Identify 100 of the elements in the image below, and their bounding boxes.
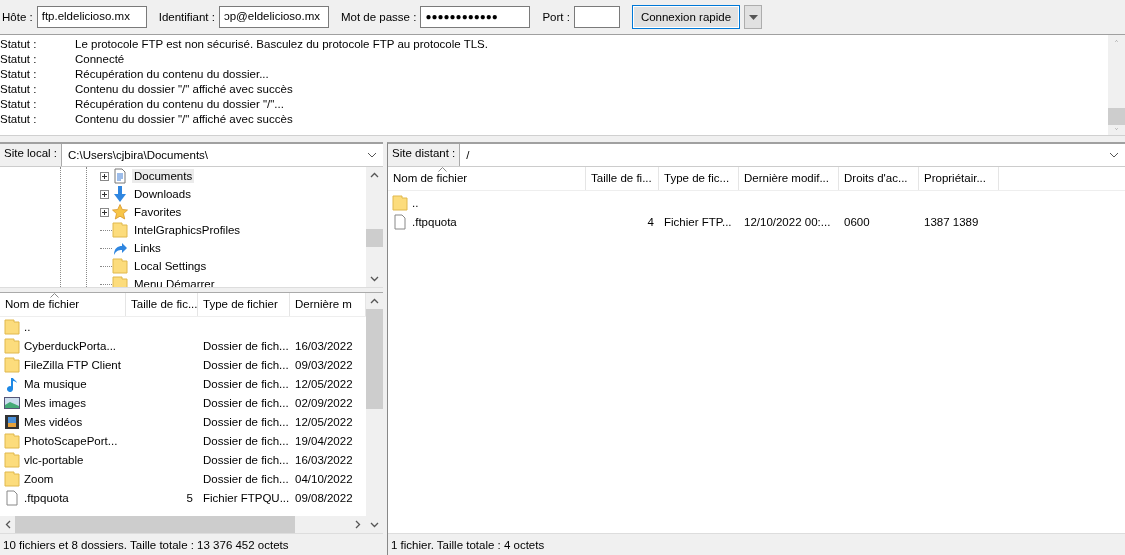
quickconnect-button[interactable]: Connexion rapide	[631, 5, 741, 29]
file-name: Mes images	[24, 396, 86, 409]
column-header[interactable]: Taille de fi...	[586, 167, 659, 190]
folder-icon	[4, 318, 20, 335]
log-message: Récupération du contenu du dossier...	[75, 67, 269, 82]
column-header[interactable]: Dernière modif...	[739, 167, 839, 190]
file-date: 16/03/2022	[295, 453, 353, 466]
dropdown-button[interactable]	[744, 5, 763, 29]
scroll-right-icon[interactable]	[355, 520, 361, 529]
scrollbar[interactable]	[366, 167, 383, 287]
file-name: ..	[24, 320, 31, 333]
log-label: Statut :	[0, 52, 38, 67]
table-cell: 12/10/2022 00:...	[744, 215, 831, 228]
file-name: ..	[412, 196, 419, 209]
input-field[interactable]: ftp.eldelicioso.mx	[36, 6, 147, 28]
field-label: Identifiant :	[158, 11, 215, 23]
scroll-up-icon[interactable]	[370, 172, 379, 178]
file-type: Dossier de fich...	[203, 434, 289, 447]
music-note-icon	[4, 375, 20, 392]
input-field[interactable]	[573, 6, 620, 28]
file-type: Dossier de fich...	[203, 377, 289, 390]
file-name: CyberduckPorta...	[24, 339, 117, 352]
file-date: 19/04/2022	[295, 434, 353, 447]
scroll-down-icon[interactable]	[370, 276, 379, 282]
caret-icon	[748, 14, 758, 20]
column-header[interactable]: Propriétair...	[919, 167, 999, 190]
file-name: Mes vidéos	[24, 415, 83, 428]
column-header[interactable]: Type de fichier	[198, 293, 290, 316]
log-label: Statut :	[0, 112, 38, 127]
file-date: 09/03/2022	[295, 358, 353, 371]
file-type: Fichier FTPQU...	[203, 491, 290, 504]
tree-item[interactable]: Local Settings	[132, 259, 209, 273]
field-label: Hôte :	[2, 11, 33, 23]
scroll-left-icon[interactable]	[5, 520, 11, 529]
input-field[interactable]: ɔp@eldelicioso.mx	[218, 6, 329, 28]
path-text: /	[466, 149, 470, 161]
file-type: Dossier de fich...	[203, 396, 289, 409]
file-name: PhotoScapePort...	[24, 434, 118, 447]
expand-icon[interactable]	[100, 171, 109, 181]
tree-item[interactable]: Favorites	[132, 205, 184, 219]
column-header[interactable]: Nom de fichier	[0, 293, 126, 316]
field-label: Port :	[542, 11, 570, 23]
scrollbar-thumb[interactable]	[1108, 108, 1125, 125]
column-header[interactable]: Droits d'ac...	[839, 167, 919, 190]
file-icon	[4, 489, 20, 506]
file-name: FileZilla FTP Client	[24, 358, 121, 371]
folder-icon	[4, 470, 20, 487]
folder-icon	[392, 194, 408, 211]
scroll-down-icon[interactable]	[370, 522, 379, 528]
tree-item[interactable]: Downloads	[132, 187, 193, 201]
file-date: 12/05/2022	[295, 415, 353, 428]
scrollbar-thumb[interactable]	[366, 309, 383, 409]
scrollbar-thumb[interactable]	[366, 229, 383, 247]
image-icon	[4, 394, 20, 411]
log-label: Statut :	[0, 97, 38, 112]
expand-icon[interactable]	[100, 207, 109, 217]
log-label: Statut :	[0, 82, 38, 97]
star-icon	[112, 204, 128, 220]
file-name: vlc-portable	[24, 453, 84, 466]
table-cell: 4	[647, 215, 654, 228]
table-cell: 0600	[844, 215, 870, 228]
scrollbar[interactable]	[366, 293, 383, 533]
column-header[interactable]: Nom de fichier	[388, 167, 586, 190]
folder-icon	[4, 451, 20, 468]
scrollbar-thumb[interactable]	[15, 516, 295, 533]
file-date: 09/08/2022	[295, 491, 353, 504]
chevron-down-icon[interactable]	[367, 152, 377, 158]
horizontal-scrollbar[interactable]	[0, 516, 366, 533]
chevron-down-icon[interactable]	[1109, 152, 1119, 158]
status-bar: 10 fichiers et 8 dossiers. Taille totale : 13 376 452 octets	[0, 533, 383, 555]
table-cell: Fichier FTP...	[664, 215, 732, 228]
log-message: Contenu du dossier "/" affiché avec succès	[75, 112, 293, 127]
log-message: Récupération du contenu du dossier "/"...	[75, 97, 284, 112]
field-label: Mot de passe :	[340, 11, 417, 23]
scrollbar[interactable]	[1108, 35, 1125, 135]
file-date: 12/05/2022	[295, 377, 353, 390]
path-field[interactable]: C:\Users\cjbira\Documents\	[62, 144, 383, 166]
expand-icon[interactable]	[100, 189, 109, 199]
file-icon	[392, 213, 408, 230]
shortcut-arrow-icon	[112, 240, 128, 256]
folder-icon	[4, 432, 20, 449]
folder-icon	[112, 258, 128, 274]
log-label: Statut :	[0, 37, 38, 52]
document-icon	[112, 168, 128, 184]
file-name: .ftpquota	[24, 491, 69, 504]
scroll-up-icon[interactable]	[370, 298, 379, 304]
tree-item[interactable]: Links	[132, 241, 163, 255]
file-name: Ma musique	[24, 377, 87, 390]
file-date: 02/09/2022	[295, 396, 353, 409]
column-header[interactable]: Taille de fic...	[126, 293, 198, 316]
log-label: Statut :	[0, 67, 38, 82]
tree-item[interactable]: Documents	[132, 169, 195, 183]
file-type: Dossier de fich...	[203, 339, 289, 352]
file-size: 5	[186, 491, 193, 504]
path-text: C:\Users\cjbira\Documents\	[68, 149, 209, 161]
status-bar: 1 fichier. Taille totale : 4 octets	[388, 533, 1125, 555]
column-header[interactable]: Type de fic...	[659, 167, 739, 190]
path-field[interactable]: /	[460, 144, 1125, 166]
tree-item[interactable]: IntelGraphicsProfiles	[132, 223, 243, 237]
password-field[interactable]: ●●●●●●●●●●●●	[420, 6, 531, 28]
